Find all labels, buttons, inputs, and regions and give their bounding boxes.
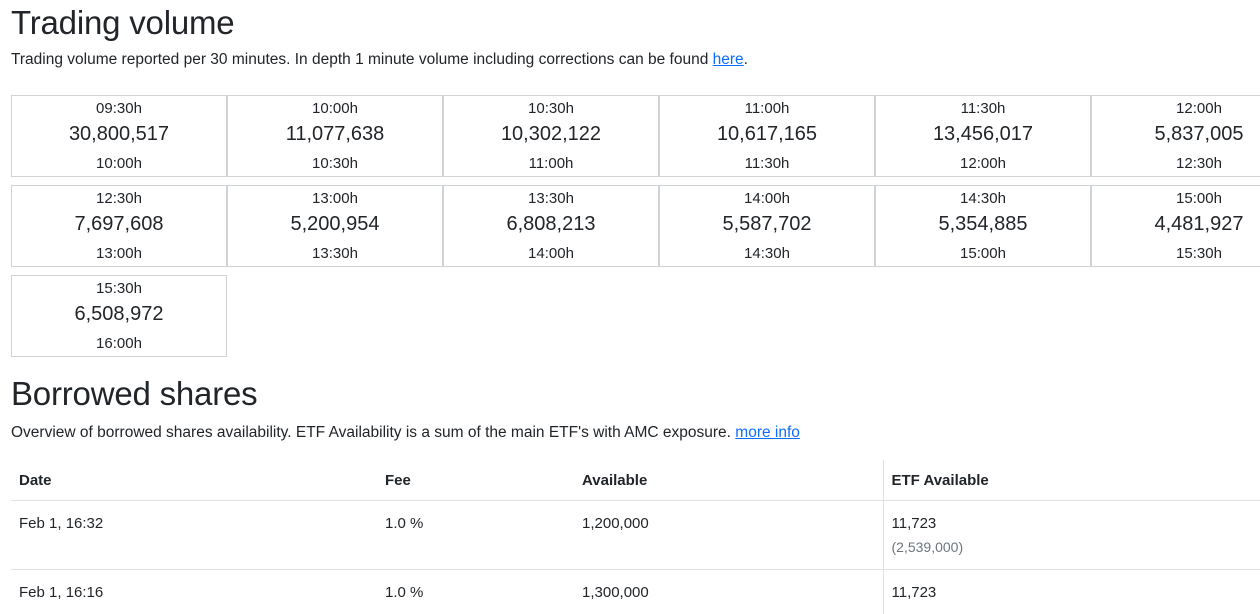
column-header-available: Available bbox=[574, 460, 883, 501]
column-header-etf-available: ETF Available bbox=[883, 460, 1260, 501]
interval-end-time: 14:30h bbox=[660, 245, 874, 263]
trading-volume-description: Trading volume reported per 30 minutes. … bbox=[11, 49, 748, 71]
interval-start-time: 13:00h bbox=[228, 190, 442, 208]
volume-interval-card: 09:30h 30,800,517 10:00h bbox=[11, 95, 227, 177]
interval-start-time: 09:30h bbox=[12, 100, 226, 118]
column-header-fee: Fee bbox=[377, 460, 574, 501]
interval-end-time: 13:30h bbox=[228, 245, 442, 263]
borrowed-shares-title: Borrowed shares bbox=[11, 372, 257, 416]
volume-interval-card: 11:00h 10,617,165 11:30h bbox=[659, 95, 875, 177]
interval-end-time: 10:30h bbox=[228, 155, 442, 173]
volume-interval-card: 10:00h 11,077,638 10:30h bbox=[227, 95, 443, 177]
interval-volume: 13,456,017 bbox=[876, 121, 1090, 147]
volume-interval-card: 14:00h 5,587,702 14:30h bbox=[659, 185, 875, 267]
interval-end-time: 11:00h bbox=[444, 155, 658, 173]
table-row: Feb 1, 16:16 1.0 % 1,300,000 11,723 bbox=[11, 570, 1260, 614]
row-etf-available-sub: (2,539,000) bbox=[892, 535, 1253, 559]
row-etf-available: 11,723 bbox=[892, 582, 1253, 604]
interval-volume: 6,508,972 bbox=[12, 301, 226, 327]
interval-end-time: 10:00h bbox=[12, 155, 226, 173]
interval-end-time: 15:30h bbox=[1092, 245, 1260, 263]
trading-volume-row: 12:30h7,697,60813:00h13:00h5,200,95413:3… bbox=[11, 185, 1260, 275]
row-etf-available-cell: 11,723 (2,539,000) bbox=[883, 501, 1260, 570]
interval-start-time: 15:30h bbox=[12, 280, 226, 298]
row-available: 1,300,000 bbox=[574, 570, 883, 614]
interval-volume: 30,800,517 bbox=[12, 121, 226, 147]
borrowed-shares-description-text: Overview of borrowed shares availability… bbox=[11, 424, 735, 441]
minute-volume-link[interactable]: here bbox=[713, 51, 744, 68]
row-date: Feb 1, 16:16 bbox=[11, 570, 377, 614]
volume-interval-card: 13:00h 5,200,954 13:30h bbox=[227, 185, 443, 267]
interval-end-time: 15:00h bbox=[876, 245, 1090, 263]
interval-end-time: 14:00h bbox=[444, 245, 658, 263]
volume-interval-card: 13:30h 6,808,213 14:00h bbox=[443, 185, 659, 267]
trading-volume-row: 09:30h30,800,51710:00h10:00h11,077,63810… bbox=[11, 95, 1260, 185]
interval-start-time: 14:30h bbox=[876, 190, 1090, 208]
interval-volume: 4,481,927 bbox=[1092, 211, 1260, 237]
interval-volume: 6,808,213 bbox=[444, 211, 658, 237]
table-header-row: Date Fee Available ETF Available bbox=[11, 460, 1260, 501]
row-available: 1,200,000 bbox=[574, 501, 883, 570]
volume-interval-card: 11:30h 13,456,017 12:00h bbox=[875, 95, 1091, 177]
row-fee: 1.0 % bbox=[377, 570, 574, 614]
interval-volume: 11,077,638 bbox=[228, 121, 442, 147]
interval-start-time: 12:00h bbox=[1092, 100, 1260, 118]
row-etf-available: 11,723 bbox=[892, 513, 1253, 535]
trading-volume-description-text: Trading volume reported per 30 minutes. … bbox=[11, 51, 713, 68]
borrowed-shares-table: Date Fee Available ETF Available Feb 1, … bbox=[11, 460, 1260, 614]
volume-interval-card: 15:30h 6,508,972 16:00h bbox=[11, 275, 227, 357]
trading-volume-description-end: . bbox=[744, 51, 748, 68]
row-etf-available-cell: 11,723 bbox=[883, 570, 1260, 614]
interval-end-time: 16:00h bbox=[12, 335, 226, 353]
interval-volume: 5,587,702 bbox=[660, 211, 874, 237]
trading-volume-title: Trading volume bbox=[11, 1, 234, 45]
volume-interval-card: 10:30h 10,302,122 11:00h bbox=[443, 95, 659, 177]
row-date: Feb 1, 16:32 bbox=[11, 501, 377, 570]
interval-start-time: 13:30h bbox=[444, 190, 658, 208]
interval-volume: 5,837,005 bbox=[1092, 121, 1260, 147]
interval-end-time: 12:00h bbox=[876, 155, 1090, 173]
borrowed-shares-description: Overview of borrowed shares availability… bbox=[11, 422, 800, 444]
interval-start-time: 14:00h bbox=[660, 190, 874, 208]
volume-interval-card: 15:00h 4,481,927 15:30h bbox=[1091, 185, 1260, 267]
interval-end-time: 13:00h bbox=[12, 245, 226, 263]
interval-volume: 10,617,165 bbox=[660, 121, 874, 147]
interval-end-time: 11:30h bbox=[660, 155, 874, 173]
table-row: Feb 1, 16:32 1.0 % 1,200,000 11,723 (2,5… bbox=[11, 501, 1260, 570]
interval-start-time: 11:30h bbox=[876, 100, 1090, 118]
volume-interval-card: 12:30h 7,697,608 13:00h bbox=[11, 185, 227, 267]
interval-start-time: 15:00h bbox=[1092, 190, 1260, 208]
interval-start-time: 10:00h bbox=[228, 100, 442, 118]
interval-volume: 10,302,122 bbox=[444, 121, 658, 147]
volume-interval-card: 12:00h 5,837,005 12:30h bbox=[1091, 95, 1260, 177]
interval-start-time: 11:00h bbox=[660, 100, 874, 118]
interval-volume: 7,697,608 bbox=[12, 211, 226, 237]
interval-volume: 5,200,954 bbox=[228, 211, 442, 237]
volume-interval-card: 14:30h 5,354,885 15:00h bbox=[875, 185, 1091, 267]
trading-volume-row: 15:30h 6,508,972 16:00h bbox=[11, 275, 1260, 365]
interval-start-time: 12:30h bbox=[12, 190, 226, 208]
interval-end-time: 12:30h bbox=[1092, 155, 1260, 173]
interval-volume: 5,354,885 bbox=[876, 211, 1090, 237]
more-info-link[interactable]: more info bbox=[735, 424, 800, 441]
column-header-date: Date bbox=[11, 460, 377, 501]
interval-start-time: 10:30h bbox=[444, 100, 658, 118]
trading-volume-grid: 09:30h30,800,51710:00h10:00h11,077,63810… bbox=[11, 95, 1260, 365]
row-fee: 1.0 % bbox=[377, 501, 574, 570]
